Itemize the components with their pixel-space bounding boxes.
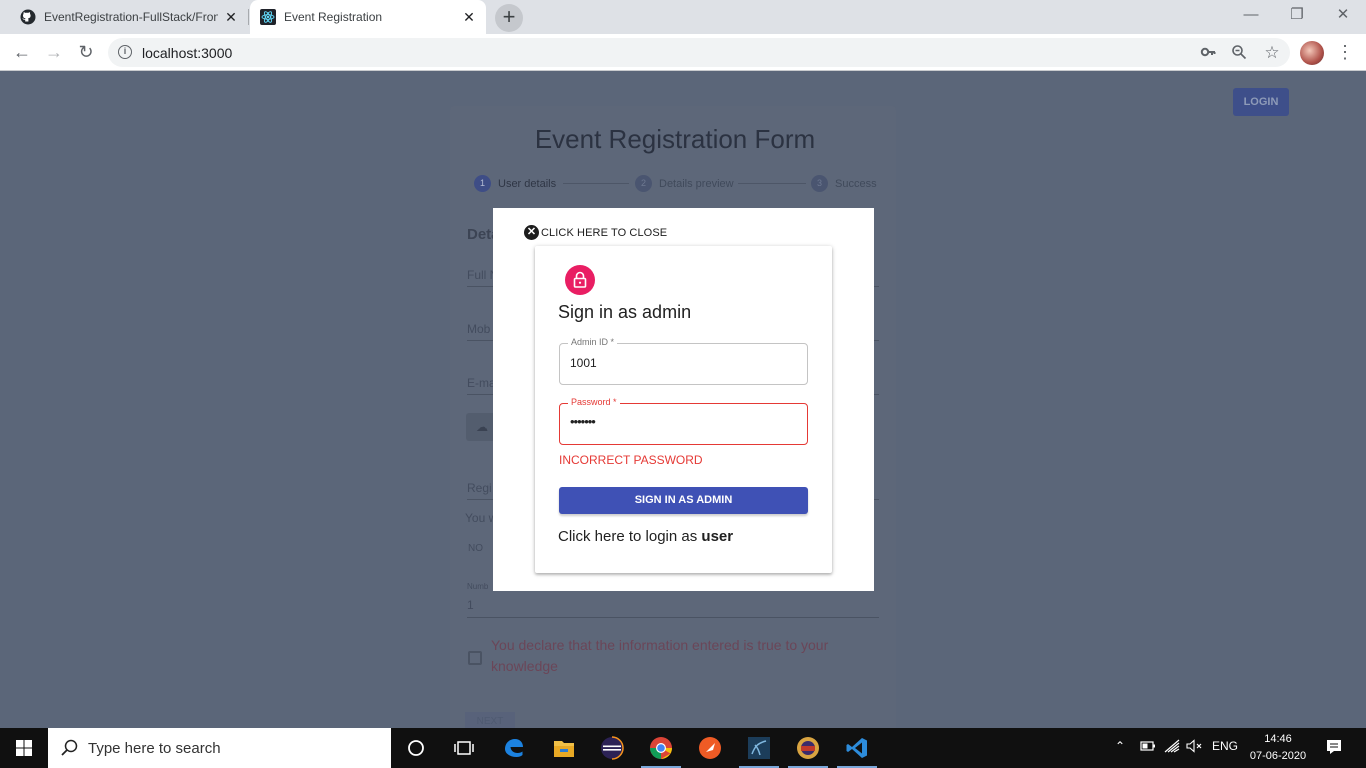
language-indicator[interactable]: ENG: [1212, 739, 1238, 753]
file-explorer-icon[interactable]: [540, 728, 588, 768]
postman-icon[interactable]: [686, 728, 734, 768]
mysql-workbench-icon[interactable]: [735, 728, 783, 768]
form-title: Event Registration Form: [534, 124, 816, 154]
user-login-link[interactable]: Click here to login as user: [558, 528, 733, 545]
edge-icon[interactable]: [490, 728, 538, 768]
minimize-icon[interactable]: —: [1228, 0, 1274, 30]
browser-tab-strip: EventRegistration-FullStack/Front ✕ Even…: [0, 0, 1366, 34]
tab-github[interactable]: EventRegistration-FullStack/Front ✕: [8, 0, 248, 34]
password-error: INCORRECT PASSWORD: [559, 453, 703, 467]
close-tab-icon[interactable]: ✕: [222, 8, 240, 26]
tab-separator: [248, 9, 249, 25]
password-value[interactable]: •••••••: [570, 414, 596, 429]
zoom-icon[interactable]: [1230, 44, 1248, 62]
more-menu-icon[interactable]: ⋮: [1336, 40, 1354, 66]
search-placeholder[interactable]: Type here to search: [88, 740, 221, 757]
new-tab-button[interactable]: +: [495, 4, 523, 32]
windows-taskbar: Type here to search ⌃ ENG 14:46 07-06-20…: [0, 728, 1366, 768]
vscode-icon[interactable]: [833, 728, 881, 768]
signin-admin-button[interactable]: SIGN IN AS ADMIN: [559, 487, 808, 514]
back-arrow-icon[interactable]: ←: [8, 38, 36, 66]
declaration-checkbox[interactable]: [468, 651, 482, 665]
restore-icon[interactable]: ❐: [1274, 0, 1320, 30]
battery-icon[interactable]: [1140, 739, 1156, 756]
no-option[interactable]: NO: [468, 543, 483, 554]
close-tab-icon[interactable]: ✕: [460, 8, 478, 26]
profile-avatar[interactable]: [1300, 41, 1324, 65]
notifications-icon[interactable]: [1325, 738, 1343, 759]
tab-event-registration[interactable]: Event Registration ✕: [250, 0, 486, 34]
admin-id-label: Admin ID *: [568, 337, 618, 347]
info-icon[interactable]: i: [118, 45, 132, 59]
number-field[interactable]: 1: [467, 598, 474, 612]
clock-date[interactable]: 07-06-2020: [1240, 748, 1316, 765]
star-icon[interactable]: ☆: [1263, 44, 1281, 62]
step-user-details: 1 User details: [474, 175, 556, 192]
clock[interactable]: 14:46 07-06-2020: [1240, 731, 1316, 765]
window-close-icon[interactable]: ✕: [1320, 0, 1366, 30]
tab-title: Event Registration: [284, 10, 383, 24]
declaration-text: You declare that the information entered…: [491, 637, 829, 674]
number-label: Numb: [467, 582, 489, 591]
field-underline: [467, 617, 879, 618]
password-label: Password *: [568, 397, 620, 407]
close-modal-button[interactable]: ✕ CLICK HERE TO CLOSE: [524, 225, 667, 240]
search-icon: [61, 739, 78, 756]
next-button[interactable]: NEXT: [465, 712, 515, 728]
forward-arrow-icon[interactable]: →: [40, 38, 68, 66]
close-icon[interactable]: ✕: [524, 225, 539, 240]
login-button[interactable]: LOGIN: [1233, 88, 1289, 116]
clock-time[interactable]: 14:46: [1240, 731, 1316, 748]
volume-muted-icon[interactable]: [1186, 739, 1204, 756]
browser-toolbar: ← → ↻ i localhost:3000 ☆ ⋮: [0, 34, 1366, 71]
admin-id-value[interactable]: 1001: [570, 356, 597, 370]
chrome-icon[interactable]: [637, 728, 685, 768]
reload-icon[interactable]: ↻: [72, 38, 100, 66]
close-label[interactable]: CLICK HERE TO CLOSE: [541, 227, 667, 239]
java-ee-ide-icon[interactable]: [784, 728, 832, 768]
address-bar[interactable]: i localhost:3000 ☆: [108, 38, 1290, 67]
task-view-icon[interactable]: [440, 728, 488, 768]
start-button[interactable]: [0, 728, 48, 768]
windows-icon[interactable]: [0, 728, 48, 768]
step-success: 3 Success: [811, 175, 877, 192]
step-connector: [738, 183, 806, 184]
signin-title: Sign in as admin: [558, 302, 692, 322]
tab-title: EventRegistration-FullStack/Front: [44, 10, 218, 24]
key-icon[interactable]: [1199, 44, 1217, 62]
url-text[interactable]: localhost:3000: [142, 45, 232, 61]
cortana-icon[interactable]: [392, 728, 440, 768]
taskbar-search[interactable]: Type here to search: [48, 728, 391, 768]
chevron-up-icon[interactable]: ⌃: [1115, 739, 1125, 753]
password-input[interactable]: Password * •••••••: [559, 397, 808, 445]
step-connector: [563, 183, 629, 184]
admin-id-input[interactable]: Admin ID * 1001: [559, 337, 808, 385]
lock-icon: [565, 265, 595, 295]
eclipse-icon[interactable]: [588, 728, 636, 768]
registration-field[interactable]: Regi: [467, 481, 492, 495]
github-icon: [20, 9, 36, 25]
react-icon: [260, 9, 276, 25]
wifi-icon[interactable]: [1163, 739, 1181, 756]
mobile-field[interactable]: Mob: [467, 322, 490, 336]
email-field[interactable]: E-ma: [467, 376, 496, 390]
step-details-preview: 2 Details preview: [635, 175, 734, 192]
